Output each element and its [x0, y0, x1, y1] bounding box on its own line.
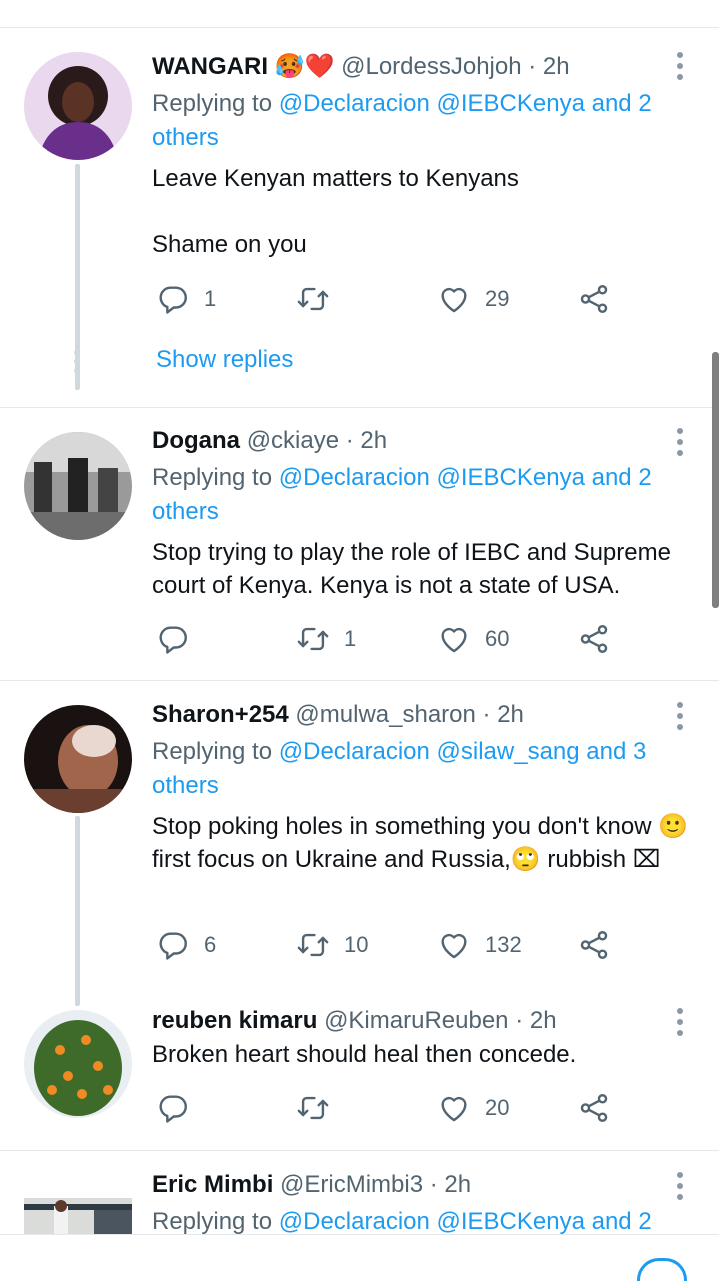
more-icon[interactable]: [675, 1008, 685, 1041]
like-button[interactable]: 20: [437, 1088, 509, 1128]
action-bar: 1 60: [152, 619, 712, 659]
author-handle[interactable]: @LordessJohjoh: [341, 53, 521, 80]
tweet-time[interactable]: · 2h: [346, 427, 387, 454]
replying-label: Replying to: [152, 738, 279, 765]
reply-count: 1: [204, 286, 217, 311]
top-divider: [0, 27, 719, 28]
separator: [0, 407, 719, 408]
replying-to: Replying to @Declaracion @IEBCKenya and …: [152, 87, 697, 155]
replying-to: Replying to @Declaracion @IEBCKenya and …: [152, 461, 697, 529]
retweet-button[interactable]: 10: [296, 925, 368, 965]
share-icon: [577, 928, 611, 962]
retweet-icon: [296, 1091, 330, 1125]
retweet-button[interactable]: [296, 279, 344, 319]
avatar[interactable]: [24, 705, 132, 813]
author-name[interactable]: Eric Mimbi: [152, 1171, 273, 1198]
like-button[interactable]: 60: [437, 619, 509, 659]
share-button[interactable]: [577, 619, 611, 659]
replying-label: Replying to: [152, 464, 279, 491]
tweet-text: Broken heart should heal then concede.: [152, 1041, 577, 1068]
replying-to: Replying to @Declaracion @silaw_sang and…: [152, 735, 697, 803]
tweet-text: Stop poking holes in something you don't…: [152, 813, 689, 873]
reply-mentions[interactable]: @Declaracion @IEBCKenya and 2: [279, 1208, 652, 1235]
share-button[interactable]: [577, 1088, 611, 1128]
like-icon: [437, 1091, 471, 1125]
thread-dots: [74, 350, 80, 377]
like-count: 29: [485, 286, 510, 311]
retweet-icon: [296, 622, 330, 656]
avatar[interactable]: [24, 1010, 132, 1118]
tweet-text: Leave Kenyan matters to Kenyans: [152, 165, 519, 192]
retweet-count: 1: [344, 626, 357, 651]
more-icon[interactable]: [675, 702, 685, 735]
author-emojis: 🥵❤️: [274, 53, 335, 80]
separator: [0, 680, 719, 681]
retweet-button[interactable]: [296, 1088, 344, 1128]
action-bar: 20: [152, 1088, 712, 1128]
separator: [0, 1150, 719, 1151]
author-handle[interactable]: @KimaruReuben: [324, 1007, 508, 1034]
tweet-time[interactable]: · 2h: [483, 701, 524, 728]
reply-count: 6: [204, 932, 217, 957]
avatar[interactable]: [24, 1198, 132, 1238]
author-name[interactable]: Sharon+254: [152, 701, 289, 728]
reply-button[interactable]: [156, 1088, 204, 1128]
retweet-icon: [296, 928, 330, 962]
author-name[interactable]: WANGARI: [152, 53, 268, 80]
author-handle[interactable]: @EricMimbi3: [280, 1171, 423, 1198]
share-button[interactable]: [577, 279, 611, 319]
retweet-icon: [296, 282, 330, 316]
retweet-count: 10: [344, 932, 369, 957]
more-icon[interactable]: [675, 1172, 685, 1205]
like-icon: [437, 282, 471, 316]
action-bar: 6 10 132: [152, 925, 712, 965]
bottom-bar: [0, 1234, 719, 1281]
more-icon[interactable]: [675, 52, 685, 85]
reply-button[interactable]: 1: [156, 279, 216, 319]
reply-icon: [156, 928, 190, 962]
share-button[interactable]: [577, 925, 611, 965]
author-name[interactable]: Dogana: [152, 427, 240, 454]
reply-icon: [156, 282, 190, 316]
more-icon[interactable]: [675, 428, 685, 461]
share-icon: [577, 622, 611, 656]
replying-label: Replying to: [152, 1208, 279, 1235]
author-handle[interactable]: @ckiaye: [247, 427, 339, 454]
author-handle[interactable]: @mulwa_sharon: [295, 701, 475, 728]
like-count: 20: [485, 1095, 510, 1120]
reply-button[interactable]: 6: [156, 925, 216, 965]
like-icon: [437, 622, 471, 656]
show-replies-link[interactable]: Show replies: [156, 346, 293, 374]
like-icon: [437, 928, 471, 962]
share-icon: [577, 282, 611, 316]
like-count: 60: [485, 626, 510, 651]
like-button[interactable]: 29: [437, 279, 509, 319]
tweet-time[interactable]: · 2h: [515, 1007, 556, 1034]
reply-icon: [156, 1091, 190, 1125]
like-button[interactable]: 132: [437, 925, 522, 965]
share-icon: [577, 1091, 611, 1125]
tweet-time[interactable]: · 2h: [430, 1171, 471, 1198]
tweet-time[interactable]: · 2h: [528, 53, 569, 80]
retweet-button[interactable]: 1: [296, 619, 356, 659]
thread-line: [75, 816, 80, 1006]
like-count: 132: [485, 932, 522, 957]
replying-label: Replying to: [152, 90, 279, 117]
reply-button[interactable]: [156, 619, 204, 659]
reply-icon: [156, 622, 190, 656]
compose-button[interactable]: [637, 1258, 687, 1281]
tweet-text-2: Shame on you: [152, 231, 307, 258]
avatar[interactable]: [24, 432, 132, 540]
avatar[interactable]: [24, 52, 132, 160]
scrollbar[interactable]: [712, 352, 719, 608]
tweet-text: Stop trying to play the role of IEBC and…: [152, 539, 671, 599]
action-bar: 1 29: [152, 279, 712, 319]
author-name[interactable]: reuben kimaru: [152, 1007, 317, 1034]
